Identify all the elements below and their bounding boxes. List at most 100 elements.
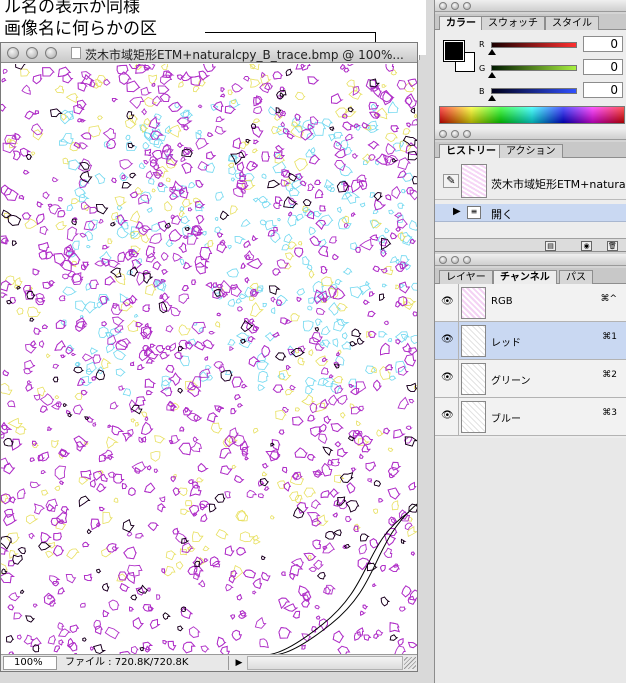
blue-slider-thumb[interactable] [488,95,496,101]
close-window-button[interactable] [7,47,19,59]
tab-styles[interactable]: スタイル [545,16,599,30]
panel-close-button[interactable] [439,2,447,10]
visibility-cell[interactable]: 👁 [435,322,459,360]
channel-row-rgb[interactable]: 👁 RGB ⌘^ [435,284,626,322]
panel-minimize-button[interactable] [451,256,459,264]
new-document-from-state-icon[interactable]: ▤ [545,241,556,251]
panel-close-button[interactable] [439,256,447,264]
green-slider-thumb[interactable] [488,72,496,78]
trace-contour [307,414,316,422]
trace-contour [169,306,181,317]
zoom-window-button[interactable] [45,47,57,59]
channel-row-red[interactable]: 👁 レッド ⌘1 [435,322,626,360]
trace-contour [231,177,236,182]
trace-contour [367,140,380,150]
panel-minimize-button[interactable] [451,130,459,138]
trace-contour [67,252,81,266]
trace-contour [234,236,247,245]
trace-contour [410,335,417,344]
trace-contour [252,590,257,595]
red-slider[interactable] [491,42,577,48]
trace-contour [47,634,57,645]
tab-paths[interactable]: パス [559,270,593,284]
channel-row-green[interactable]: 👁 グリーン ⌘2 [435,360,626,398]
trace-contour [231,99,237,105]
trace-contour [180,606,194,619]
trace-contour [54,485,61,491]
trace-contour [40,469,47,474]
blue-value-field[interactable]: 0 [583,82,623,98]
green-value-field[interactable]: 0 [583,59,623,75]
panel-zoom-button[interactable] [463,256,471,264]
panel-minimize-button[interactable] [451,2,459,10]
history-snapshot[interactable]: ✎ 茨木市域矩形ETM+naturalc... [435,162,626,200]
document-proxy-icon[interactable] [71,47,81,59]
history-brush-icon[interactable]: ✎ [443,174,459,188]
trace-contour [92,354,102,364]
history-state-slider-icon[interactable]: ▶ [453,206,461,217]
tab-history[interactable]: ヒストリー [439,144,503,159]
trace-contour [249,302,264,317]
window-title-bar[interactable]: 茨木市域矩形ETM+naturalcpy_B_trace.bmp @ 100%.… [1,43,417,63]
red-value-field[interactable]: 0 [583,36,623,52]
eye-icon[interactable]: 👁 [441,410,454,422]
trace-contour [12,150,22,161]
tab-color[interactable]: カラー [439,16,483,31]
horizontal-scrollbar[interactable] [247,656,403,670]
trace-contour [280,121,285,128]
green-slider[interactable] [491,65,577,71]
tab-swatches[interactable]: スウォッチ [481,16,545,30]
color-spectrum-bar[interactable] [439,106,625,124]
trace-contour [351,328,362,338]
visibility-cell[interactable]: 👁 [435,398,459,436]
trace-contour [165,550,177,561]
tab-channels[interactable]: チャンネル [493,270,557,285]
history-panel-titlebar[interactable] [435,128,626,140]
trace-contour [328,236,338,244]
trace-contour [274,196,283,204]
resize-grip[interactable] [404,657,416,669]
image-canvas[interactable] [1,64,417,655]
trace-contour [29,317,35,322]
trace-contour [52,363,60,369]
trace-contour [283,481,292,492]
foreground-color-swatch[interactable] [443,40,465,62]
eye-icon[interactable]: 👁 [441,334,454,346]
trace-contour [71,198,80,205]
visibility-cell[interactable]: 👁 [435,360,459,398]
trace-contour [214,493,226,503]
trace-contour [167,640,177,651]
trace-contour [104,626,121,640]
trace-contour [353,525,359,532]
tab-layers[interactable]: レイヤー [439,270,493,284]
panel-close-button[interactable] [439,130,447,138]
panel-zoom-button[interactable] [463,2,471,10]
red-slider-thumb[interactable] [488,49,496,55]
trace-contour [78,495,91,508]
status-menu-arrow-icon[interactable]: ▶ [233,656,245,670]
empty-dock-area [435,438,626,683]
trace-contour [381,84,388,88]
history-step-open[interactable]: ▶ ≡ 開く [435,204,626,222]
visibility-cell[interactable]: 👁 [435,284,459,322]
trash-icon[interactable]: 🗑 [607,241,618,251]
channel-row-blue[interactable]: 👁 ブルー ⌘3 [435,398,626,436]
eye-icon[interactable]: 👁 [441,372,454,384]
trace-contour [307,183,315,191]
panel-zoom-button[interactable] [463,130,471,138]
trace-contour [329,488,340,499]
blue-slider[interactable] [491,88,577,94]
tab-actions[interactable]: アクション [499,144,563,158]
trace-contour [168,228,183,242]
minimize-window-button[interactable] [26,47,38,59]
image-window[interactable]: 茨木市域矩形ETM+naturalcpy_B_trace.bmp @ 100%.… [0,42,418,672]
eye-icon[interactable]: 👁 [441,296,454,308]
zoom-level-field[interactable]: 100% [3,656,57,670]
color-panel-titlebar[interactable] [435,0,626,12]
channels-panel-titlebar[interactable] [435,254,626,266]
trace-contour [270,307,276,315]
trace-contour [332,253,340,261]
new-snapshot-icon[interactable]: ◉ [581,241,592,251]
trace-contour [213,361,225,369]
trace-contour [244,456,250,461]
